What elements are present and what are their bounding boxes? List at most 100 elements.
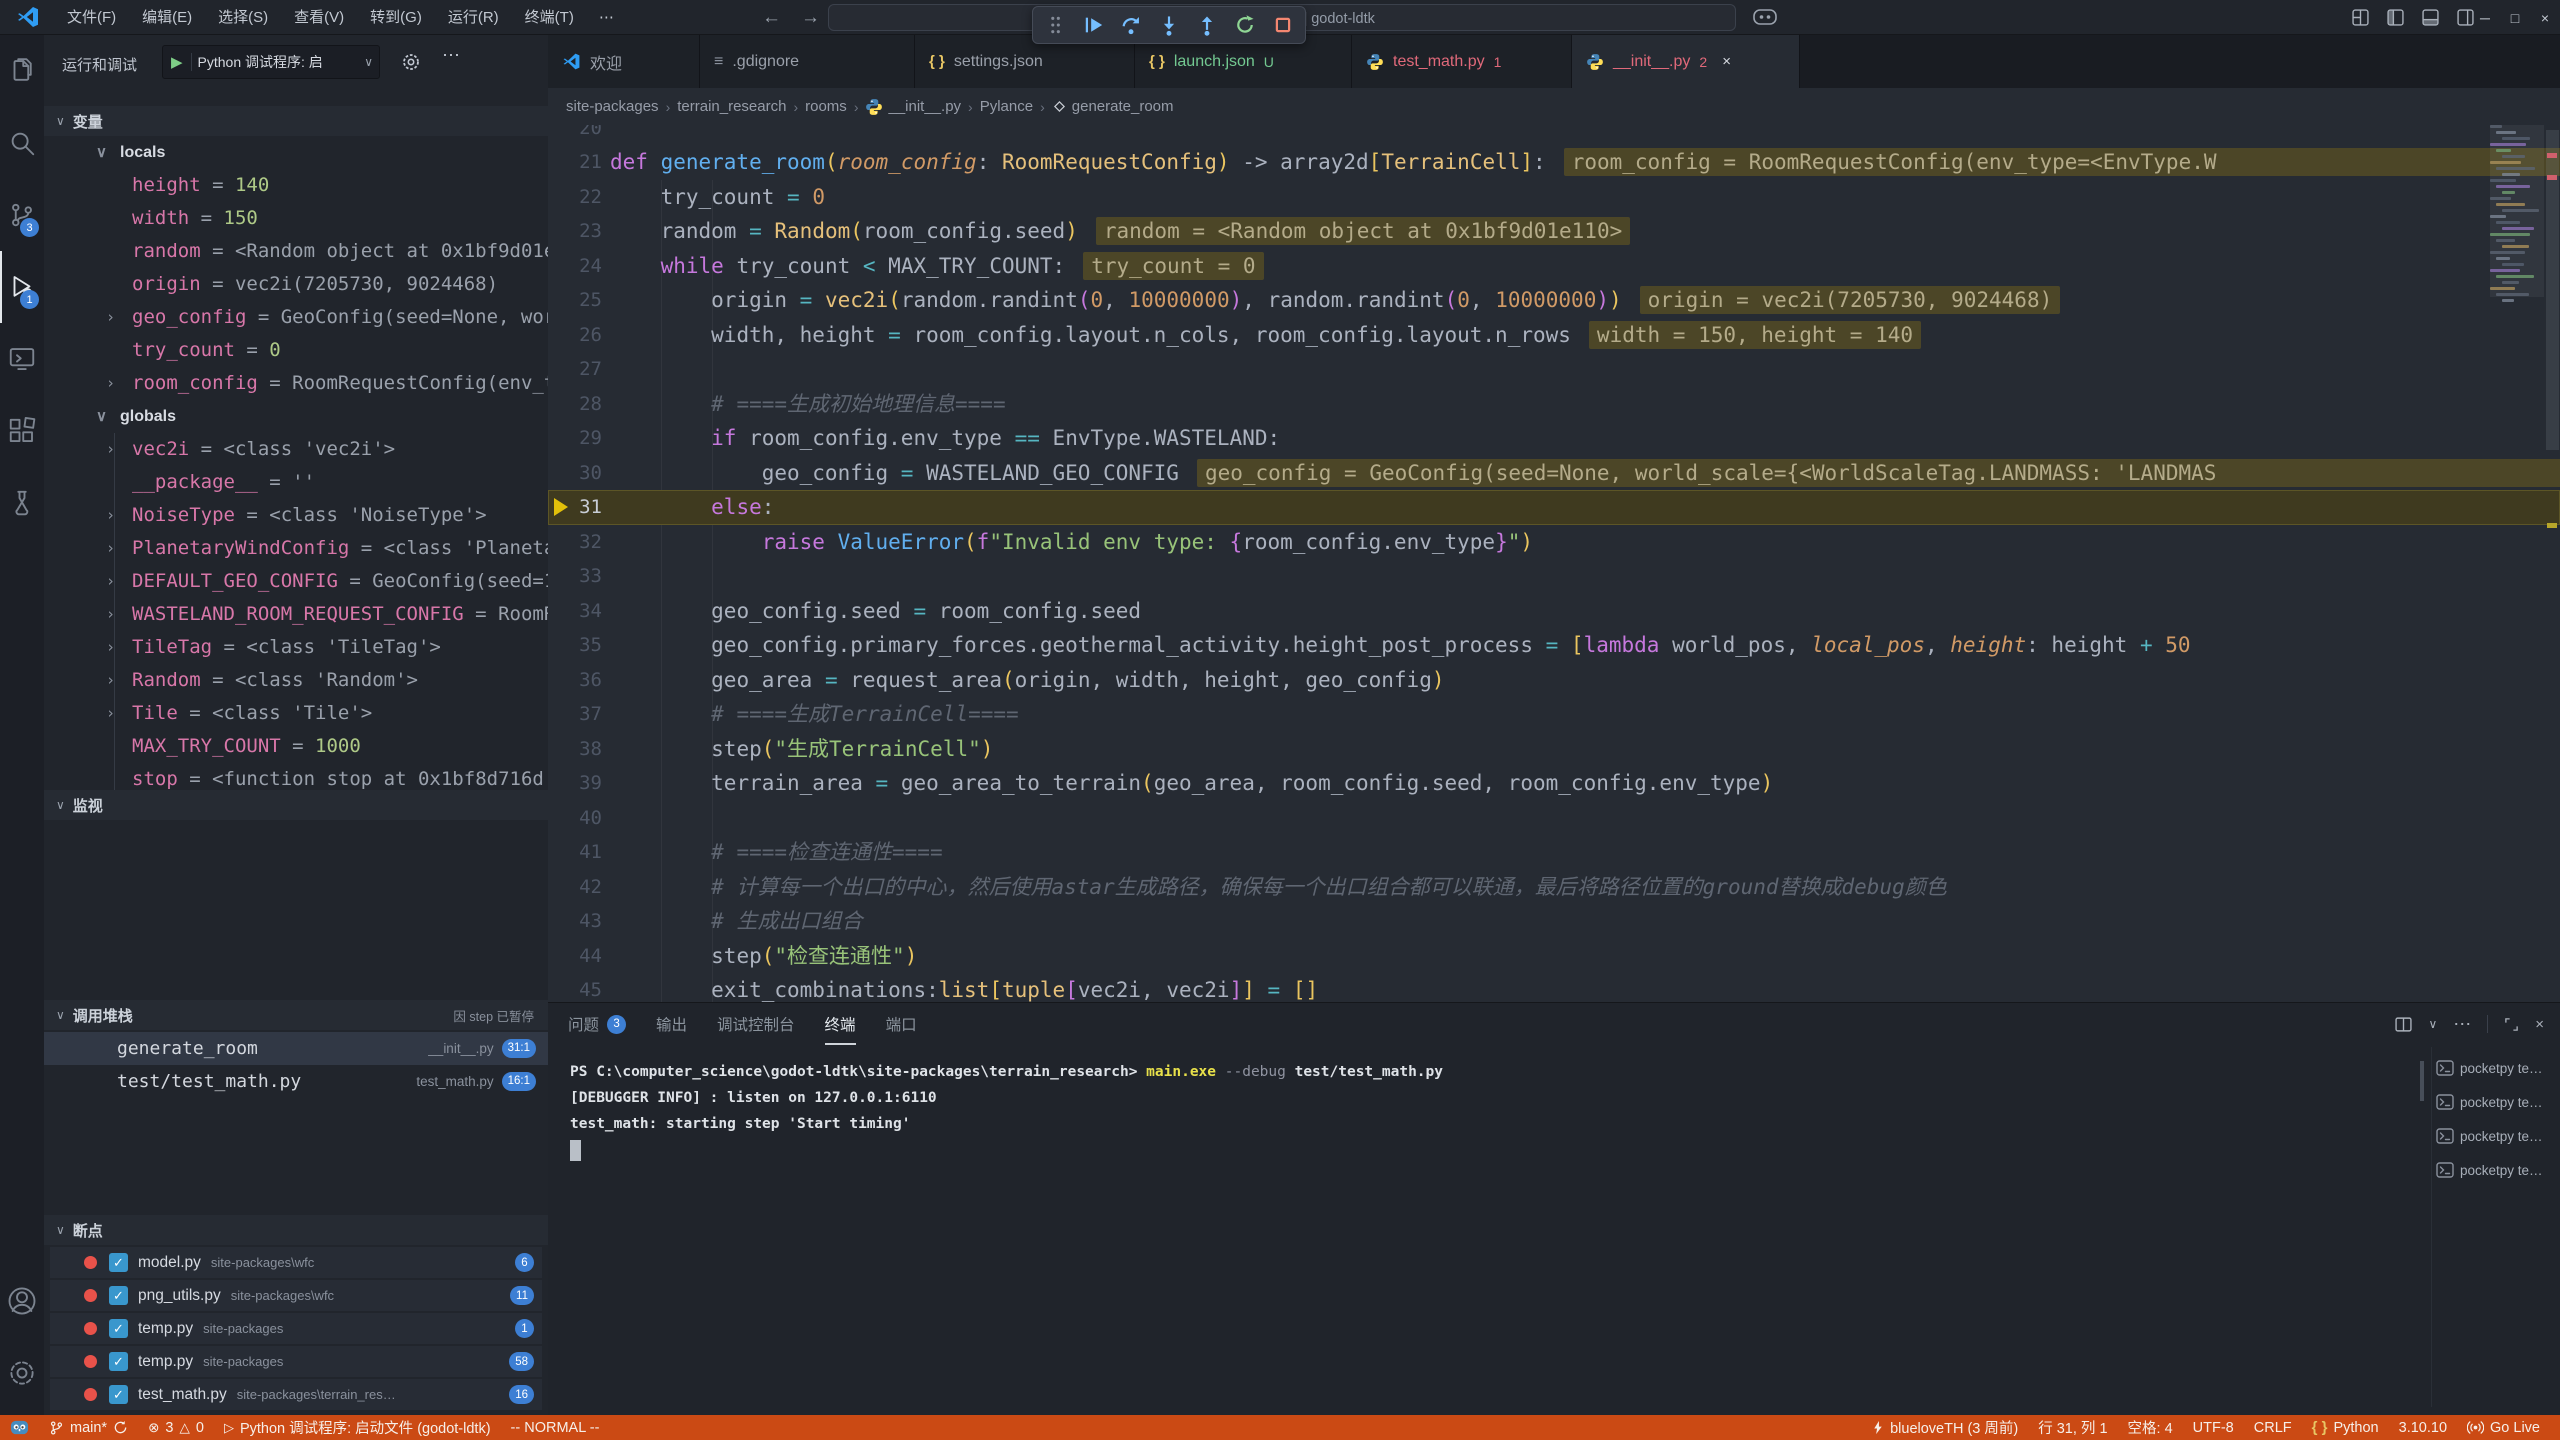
menu-R[interactable]: 运行(R) — [435, 0, 512, 35]
status-vim-mode[interactable]: -- NORMAL -- — [501, 1415, 610, 1440]
variable-Random[interactable]: ›Random = <class 'Random'> — [44, 664, 548, 697]
activity-explorer[interactable] — [0, 35, 44, 107]
breadcrumb-terrain_research[interactable]: terrain_research — [677, 98, 786, 115]
status-encoding[interactable]: UTF-8 — [2183, 1415, 2244, 1440]
code-line-25[interactable]: 25 origin = vec2i(random.randint(0, 1000… — [548, 283, 2560, 318]
menu-G[interactable]: 转到(G) — [357, 0, 435, 35]
code-line-20[interactable]: 20 — [548, 125, 2560, 145]
maximize-panel-icon[interactable] — [2504, 1017, 2519, 1032]
variable-NoiseType[interactable]: ›NoiseType = <class 'NoiseType'> — [44, 499, 548, 532]
status-godot-status[interactable] — [0, 1415, 39, 1440]
variable-PlanetaryWindConfig[interactable]: ›PlanetaryWindConfig = <class 'Planeta… — [44, 532, 548, 565]
terminal-scrollbar[interactable] — [2420, 1061, 2424, 1101]
breadcrumb-Pylance[interactable]: Pylance — [980, 98, 1033, 115]
breakpoint-test_math.py[interactable]: ✓test_math.pysite-packages\terrain_res…1… — [50, 1379, 542, 1410]
callstack-frame-test-test_math-py[interactable]: test/test_math.pytest_math.py16:1 — [44, 1065, 548, 1098]
activity-source-control[interactable]: 3 — [0, 179, 44, 251]
tab-__init__.py[interactable]: __init__.py2× — [1572, 35, 1800, 88]
breakpoint-checkbox[interactable]: ✓ — [109, 1253, 128, 1272]
menu-E[interactable]: 编辑(E) — [129, 0, 205, 35]
status-indentation[interactable]: 空格: 4 — [2118, 1415, 2183, 1440]
terminal-instance-3[interactable]: pocketpy te… — [2436, 1119, 2552, 1153]
variable-vec2i[interactable]: ›vec2i = <class 'vec2i'> — [44, 433, 548, 466]
stop-button[interactable] — [1271, 13, 1295, 37]
code-line-42[interactable]: 42 # 计算每一个出口的中心，然后使用astar生成路径，确保每一个出口组合都… — [548, 870, 2560, 905]
status-eol[interactable]: CRLF — [2244, 1415, 2302, 1440]
variable-WASTELAND_ROOM_REQUEST_CONFIG[interactable]: ›WASTELAND_ROOM_REQUEST_CONFIG = RoomR… — [44, 598, 548, 631]
breadcrumb-__init__.py[interactable]: __init__.py — [865, 98, 961, 116]
toggle-sidebar-icon[interactable] — [2387, 9, 2404, 26]
watch-section-header[interactable]: ∨ 监视 — [44, 790, 548, 820]
variable-room_config[interactable]: ›room_config = RoomRequestConfig(env_t… — [44, 367, 548, 400]
activity-search[interactable] — [0, 107, 44, 179]
code-line-21[interactable]: 21def generate_room(room_config: RoomReq… — [548, 145, 2560, 180]
toggle-panel-icon[interactable] — [2422, 9, 2439, 26]
code-line-39[interactable]: 39 terrain_area = geo_area_to_terrain(ge… — [548, 766, 2560, 801]
panel-tab-输出[interactable]: 输出 — [656, 1003, 687, 1045]
status-git-branch[interactable]: main* — [39, 1415, 138, 1440]
variable-MAX_TRY_COUNT[interactable]: MAX_TRY_COUNT = 1000 — [44, 730, 548, 763]
panel-tab-问题[interactable]: 问题3 — [568, 1003, 626, 1045]
nav-forward-icon[interactable]: → — [801, 7, 820, 29]
status-git-blame[interactable]: blueloveTH (3 周前) — [1862, 1415, 2028, 1440]
panel-tab-调试控制台[interactable]: 调试控制台 — [717, 1003, 795, 1045]
minimap[interactable] — [2490, 125, 2544, 325]
minimize-button[interactable]: ─ — [2470, 0, 2500, 35]
activity-extensions[interactable] — [0, 395, 44, 467]
terminal-output[interactable]: PS C:\computer_science\godot-ldtk\site-p… — [570, 1059, 1443, 1161]
var-group-globals[interactable]: ∨globals — [44, 400, 548, 433]
variable-__package__[interactable]: __package__ = '' — [44, 466, 548, 499]
chevron-down-icon[interactable]: ∨ — [2428, 1017, 2437, 1031]
code-line-30[interactable]: 30 geo_config = WASTELAND_GEO_CONFIGgeo_… — [548, 456, 2560, 491]
activity-account[interactable] — [0, 1265, 44, 1337]
breadcrumb-rooms[interactable]: rooms — [805, 98, 847, 115]
variable-DEFAULT_GEO_CONFIG[interactable]: ›DEFAULT_GEO_CONFIG = GeoConfig(seed=1… — [44, 565, 548, 598]
variable-Tile[interactable]: ›Tile = <class 'Tile'> — [44, 697, 548, 730]
breakpoint-model.py[interactable]: ✓model.pysite-packages\wfc6 — [50, 1247, 542, 1278]
code-line-31[interactable]: 31 else: — [548, 490, 2560, 525]
code-line-36[interactable]: 36 geo_area = request_area(origin, width… — [548, 663, 2560, 698]
close-panel-icon[interactable]: × — [2535, 1016, 2544, 1033]
terminal-instance-2[interactable]: pocketpy te… — [2436, 1085, 2552, 1119]
status-language-mode[interactable]: { }Python — [2302, 1415, 2389, 1440]
step-over-button[interactable] — [1119, 13, 1143, 37]
variable-height[interactable]: height = 140 — [44, 169, 548, 202]
variable-origin[interactable]: origin = vec2i(7205730, 9024468) — [44, 268, 548, 301]
code-line-38[interactable]: 38 step("生成TerrainCell") — [548, 732, 2560, 767]
tab-test_math.py[interactable]: test_math.py1 — [1352, 35, 1572, 88]
breadcrumb-sitepackages[interactable]: site-packages — [566, 98, 659, 115]
continue-button[interactable] — [1081, 13, 1105, 37]
status-go-live[interactable]: Go Live — [2457, 1415, 2550, 1440]
code-line-23[interactable]: 23 random = Random(room_config.seed)rand… — [548, 214, 2560, 249]
callstack-section-header[interactable]: ∨ 调用堆栈 因 step 已暂停 — [44, 1000, 548, 1030]
restart-button[interactable] — [1233, 13, 1257, 37]
maximize-button[interactable]: □ — [2500, 0, 2530, 35]
activity-remote-explorer[interactable] — [0, 323, 44, 395]
tab-[interactable]: 欢迎 — [548, 35, 700, 88]
panel-more-actions-icon[interactable]: ⋯ — [2453, 1014, 2471, 1035]
panel-tab-终端[interactable]: 终端 — [825, 1003, 856, 1045]
layout-grid-icon[interactable] — [2352, 9, 2369, 26]
breakpoint-checkbox[interactable]: ✓ — [109, 1352, 128, 1371]
step-out-button[interactable] — [1195, 13, 1219, 37]
tab-.gdignore[interactable]: ≡.gdignore — [700, 35, 915, 88]
variable-TileTag[interactable]: ›TileTag = <class 'TileTag'> — [44, 631, 548, 664]
close-button[interactable]: × — [2530, 0, 2560, 35]
code-line-34[interactable]: 34 geo_config.seed = room_config.seed — [548, 594, 2560, 629]
debug-settings-gear-icon[interactable] — [402, 53, 420, 71]
editor-scrollbar[interactable] — [2546, 130, 2559, 450]
breakpoint-temp.py[interactable]: ✓temp.pysite-packages1 — [50, 1313, 542, 1344]
variable-geo_config[interactable]: ›geo_config = GeoConfig(seed=None, wor… — [44, 301, 548, 334]
step-into-button[interactable] — [1157, 13, 1181, 37]
close-tab-icon[interactable]: × — [1722, 53, 1731, 70]
code-editor[interactable]: 2021def generate_room(room_config: RoomR… — [548, 125, 2560, 1002]
menu-F[interactable]: 文件(F) — [54, 0, 129, 35]
var-group-locals[interactable]: ∨locals — [44, 136, 548, 169]
code-line-28[interactable]: 28 # ====生成初始地理信息==== — [548, 387, 2560, 422]
code-line-29[interactable]: 29 if room_config.env_type == EnvType.WA… — [548, 421, 2560, 456]
breakpoint-temp.py[interactable]: ✓temp.pysite-packages58 — [50, 1346, 542, 1377]
activity-testing[interactable] — [0, 467, 44, 539]
terminal-instance-4[interactable]: pocketpy te… — [2436, 1153, 2552, 1187]
code-line-33[interactable]: 33 — [548, 559, 2560, 594]
split-terminal-icon[interactable] — [2395, 1017, 2412, 1032]
